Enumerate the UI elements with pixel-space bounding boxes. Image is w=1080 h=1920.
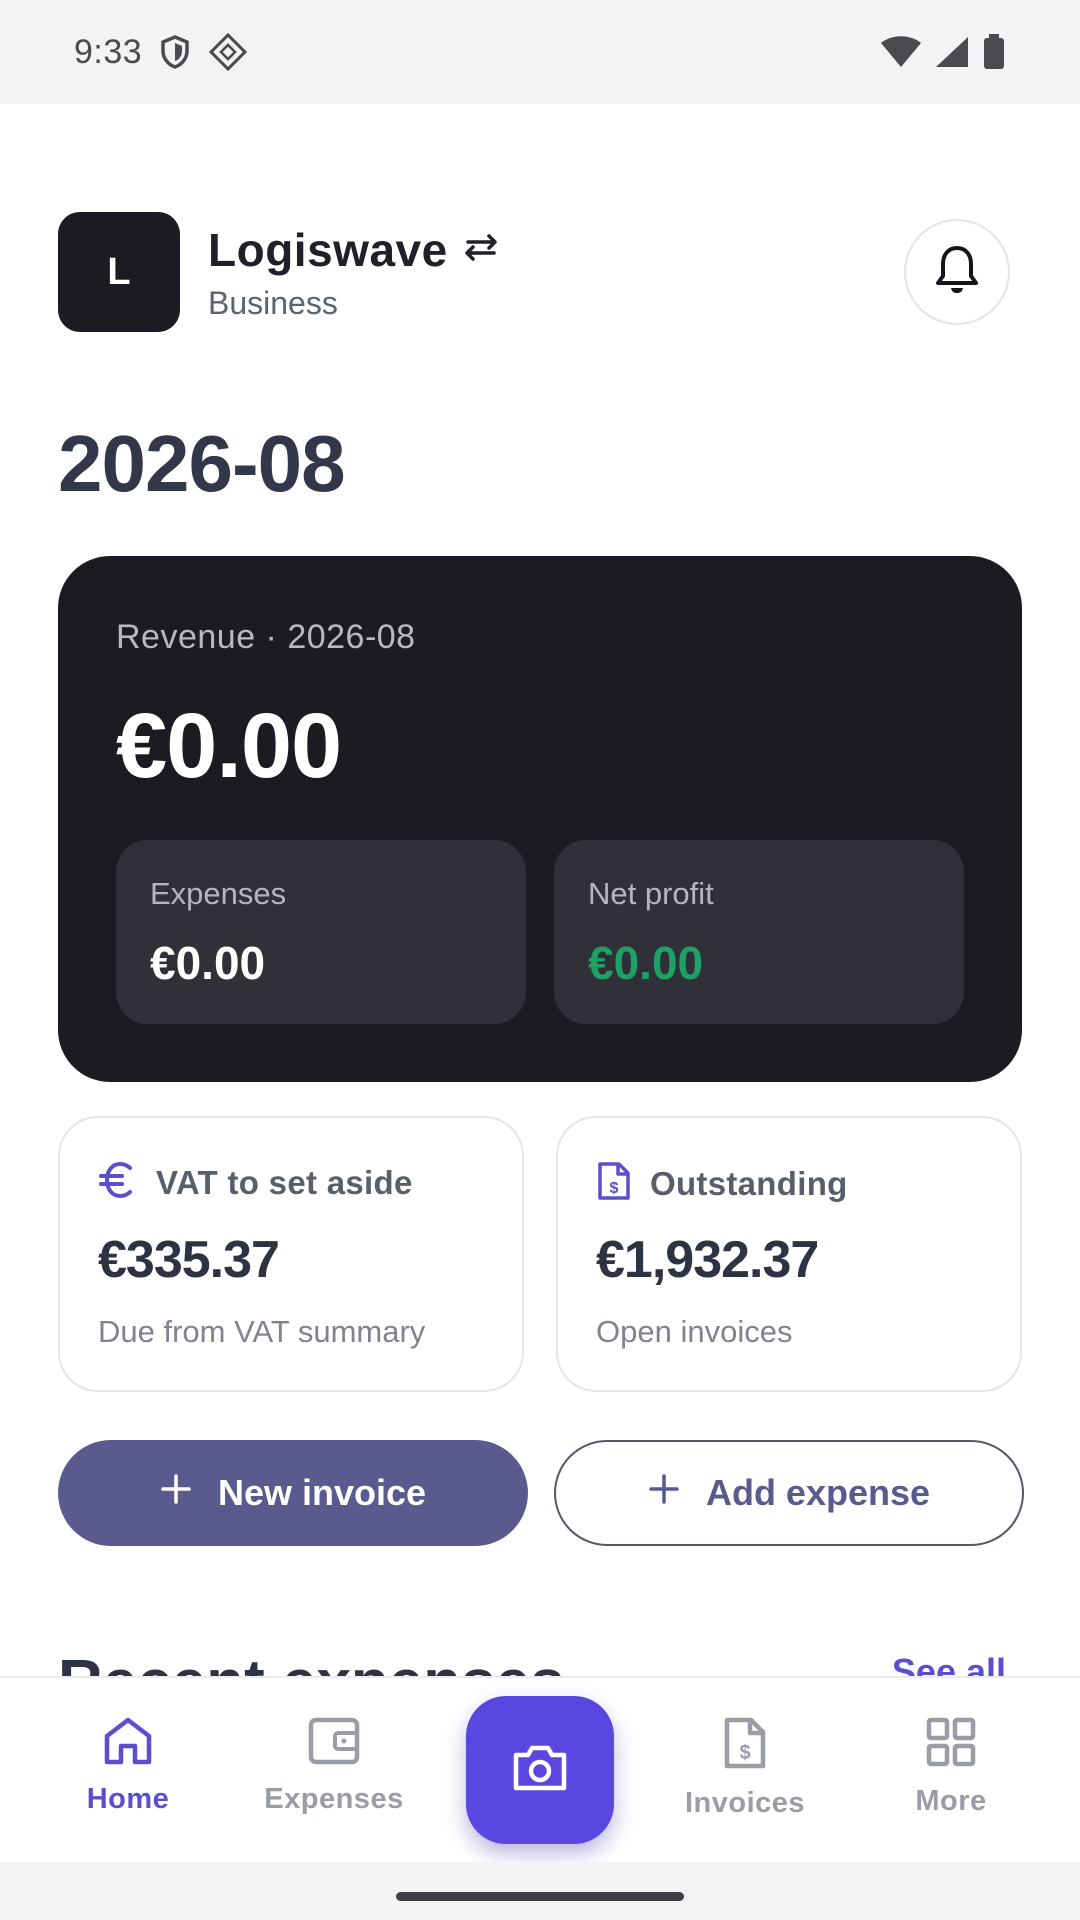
org-avatar[interactable]: L bbox=[58, 212, 180, 332]
cellular-signal-icon bbox=[934, 35, 970, 69]
battery-icon bbox=[982, 34, 1006, 70]
recent-expenses-header: Recent expenses See all bbox=[58, 1652, 1022, 1676]
wifi-icon bbox=[880, 35, 922, 69]
invoice-dollar-icon: $ bbox=[596, 1160, 632, 1207]
period-title: 2026-08 bbox=[58, 419, 346, 508]
expenses-label: Expenses bbox=[150, 876, 287, 911]
recent-expenses-title: Recent expenses bbox=[58, 1652, 565, 1676]
home-icon bbox=[101, 1716, 155, 1771]
new-invoice-label: New invoice bbox=[217, 1472, 427, 1513]
net-profit-summary: Net profit €0.00 bbox=[554, 840, 964, 1024]
see-all-link[interactable]: See all bbox=[892, 1654, 1006, 1677]
outstanding-card[interactable]: $ Outstanding €1,932.37 Open invoices bbox=[556, 1116, 1022, 1392]
swap-arrows-icon[interactable] bbox=[462, 232, 500, 267]
nav-more-label: More bbox=[915, 1785, 987, 1817]
nav-home-label: Home bbox=[86, 1783, 170, 1815]
outstanding-value: €1,932.37 bbox=[596, 1231, 819, 1289]
vat-subtitle: Due from VAT summary bbox=[98, 1314, 426, 1349]
nav-invoices-label: Invoices bbox=[684, 1787, 806, 1819]
grid-icon bbox=[925, 1716, 977, 1773]
net-profit-label: Net profit bbox=[588, 876, 714, 911]
svg-text:$: $ bbox=[610, 1180, 619, 1197]
revenue-value: €0.00 bbox=[116, 695, 342, 797]
gesture-area bbox=[0, 1862, 1080, 1920]
new-invoice-button[interactable]: New invoice bbox=[58, 1440, 528, 1546]
revenue-label: Revenue · 2026-08 bbox=[116, 618, 416, 656]
vat-value: €335.37 bbox=[98, 1231, 280, 1289]
org-type: Business bbox=[208, 284, 338, 321]
svg-text:$: $ bbox=[739, 1742, 750, 1764]
nav-more[interactable]: More bbox=[861, 1716, 1041, 1818]
euro-icon bbox=[98, 1160, 138, 1205]
camera-icon bbox=[510, 1743, 570, 1798]
org-name: Logiswave bbox=[208, 223, 448, 276]
status-left: 9:33 bbox=[74, 32, 248, 72]
avatar-letter: L bbox=[107, 250, 131, 293]
org-name-row: Logiswave bbox=[208, 223, 500, 277]
shield-icon bbox=[160, 35, 190, 69]
outstanding-subtitle: Open invoices bbox=[596, 1314, 793, 1349]
gesture-handle[interactable] bbox=[396, 1892, 684, 1901]
outstanding-card-header: $ Outstanding bbox=[596, 1160, 848, 1207]
scan-receipt-button[interactable] bbox=[466, 1696, 614, 1844]
invoice-icon: $ bbox=[721, 1716, 769, 1775]
bottom-nav: Home Expenses $ Invoices More bbox=[0, 1676, 1080, 1862]
status-right bbox=[880, 34, 1006, 70]
wallet-icon bbox=[307, 1716, 361, 1771]
revenue-card[interactable]: Revenue · 2026-08 €0.00 Expenses €0.00 N… bbox=[58, 556, 1022, 1082]
expenses-summary: Expenses €0.00 bbox=[116, 840, 526, 1024]
vat-title: VAT to set aside bbox=[156, 1163, 413, 1201]
plus-icon bbox=[160, 1472, 192, 1514]
bell-icon bbox=[933, 244, 981, 301]
debug-diamond-icon bbox=[208, 32, 248, 72]
add-expense-button[interactable]: Add expense bbox=[554, 1440, 1024, 1546]
status-bar: 9:33 bbox=[0, 0, 1080, 104]
expenses-value: €0.00 bbox=[150, 937, 266, 989]
vat-card[interactable]: VAT to set aside €335.37 Due from VAT su… bbox=[58, 1116, 524, 1392]
notifications-button[interactable] bbox=[904, 219, 1010, 325]
nav-expenses[interactable]: Expenses bbox=[244, 1716, 424, 1816]
plus-icon bbox=[648, 1472, 680, 1514]
vat-card-header: VAT to set aside bbox=[98, 1160, 413, 1205]
nav-home[interactable]: Home bbox=[38, 1716, 218, 1816]
net-profit-value: €0.00 bbox=[588, 937, 704, 989]
status-time: 9:33 bbox=[74, 32, 143, 71]
add-expense-label: Add expense bbox=[705, 1472, 931, 1513]
header: L Logiswave Business bbox=[58, 212, 1010, 332]
org-switcher[interactable]: Logiswave Business bbox=[208, 223, 500, 322]
nav-invoices[interactable]: $ Invoices bbox=[655, 1716, 835, 1820]
nav-expenses-label: Expenses bbox=[264, 1783, 404, 1815]
outstanding-title: Outstanding bbox=[650, 1164, 848, 1202]
